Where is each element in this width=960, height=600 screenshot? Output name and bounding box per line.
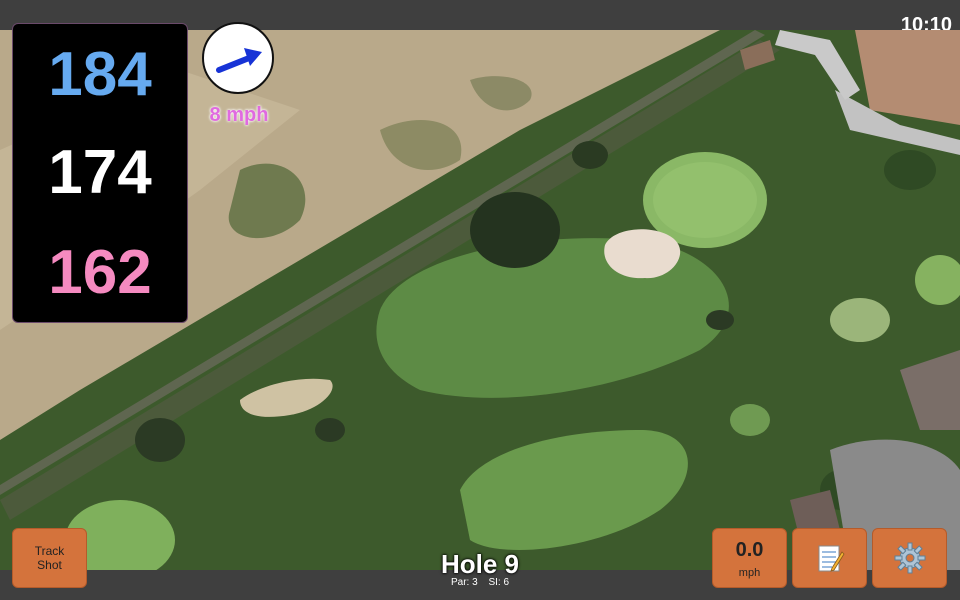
speed-unit: mph	[738, 567, 761, 579]
track-shot-button[interactable]: Track Shot	[12, 528, 87, 588]
middle-yardage: 174	[48, 138, 152, 207]
arrow-up-right-icon	[216, 48, 262, 73]
track-shot-label: Track Shot	[34, 543, 65, 572]
speed-value: 0.0	[735, 539, 764, 561]
notes-button[interactable]	[792, 528, 867, 588]
wind-speed-label: 8 mph	[209, 104, 269, 126]
speed-button[interactable]: 0.0 mph	[712, 528, 787, 588]
settings-button[interactable]	[872, 528, 947, 588]
yardage-panel: 184 174 162	[12, 23, 188, 323]
hole-title: Hole 9	[440, 549, 520, 579]
notepad-icon	[818, 545, 845, 572]
hole-par: Par: 3	[450, 577, 478, 588]
hole-meta: Par: 3 SI: 6	[380, 577, 580, 588]
gear-icon	[894, 542, 925, 574]
hole-stroke-index: SI: 6	[488, 577, 510, 588]
front-yardage: 162	[48, 238, 152, 307]
wind-indicator	[202, 22, 274, 94]
back-yardage: 184	[48, 40, 152, 109]
